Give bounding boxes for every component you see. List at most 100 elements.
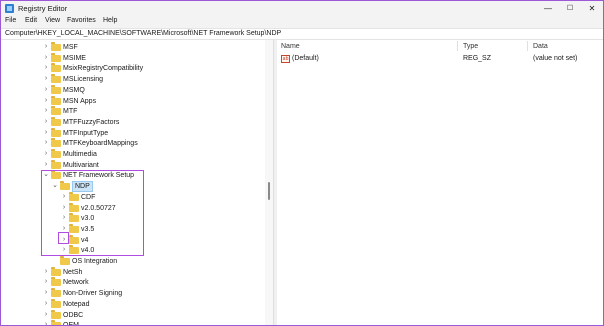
- folder-icon: [51, 298, 61, 308]
- chevron-right-icon[interactable]: ›: [43, 53, 49, 63]
- tree-item-label: Network: [63, 279, 89, 287]
- chevron-right-icon[interactable]: ›: [43, 42, 49, 52]
- chevron-right-icon[interactable]: ›: [43, 160, 49, 170]
- folder-icon: [51, 42, 61, 51]
- folder-icon: [51, 149, 61, 158]
- tree-item[interactable]: › MTFFuzzyFactors: [1, 116, 265, 127]
- tree-item-label: MSN Apps: [63, 97, 97, 105]
- folder-icon: [51, 288, 61, 298]
- tree-item-label: NetSh: [63, 268, 83, 276]
- chevron-right-icon[interactable]: ›: [43, 288, 49, 298]
- folder-icon: [51, 159, 61, 169]
- chevron-right-icon[interactable]: ›: [43, 63, 49, 73]
- address-path[interactable]: Computer\HKEY_LOCAL_MACHINE\SOFTWARE\Mic…: [5, 30, 281, 37]
- column-header-type[interactable]: Type: [463, 43, 478, 50]
- chevron-right-icon[interactable]: ›: [43, 96, 49, 106]
- values-pane: Name Type Data ab (Default) REG_SZ (valu…: [277, 40, 603, 325]
- chevron-right-icon[interactable]: ›: [43, 299, 49, 309]
- folder-icon: [51, 138, 61, 148]
- folder-icon: [51, 95, 61, 105]
- tree-item[interactable]: OS Integration: [1, 256, 265, 266]
- highlight-annotation-expand-v4: [58, 232, 69, 244]
- value-data: (value not set): [533, 55, 578, 62]
- folder-icon: [51, 63, 61, 73]
- tree-item[interactable]: › MsixRegistryCompatibility: [1, 63, 265, 73]
- tree-item[interactable]: › Multimedia: [1, 149, 265, 159]
- folder-icon: [51, 84, 61, 94]
- tree-item[interactable]: › MSN Apps: [1, 95, 265, 106]
- menu-favorites[interactable]: Favorites: [67, 17, 96, 24]
- folder-icon: [51, 309, 61, 319]
- folder-icon: [51, 320, 61, 325]
- tree-item-label: OS Integration: [72, 258, 118, 265]
- tree-scrollbar-thumb[interactable]: [268, 182, 270, 200]
- tree-item-label: MSLicensing: [63, 76, 104, 84]
- highlight-annotation-net-framework: [41, 170, 144, 256]
- tree-item[interactable]: › Network: [1, 277, 265, 287]
- value-type: REG_SZ: [463, 55, 492, 62]
- title-bar: Registry Editor — ☐ ✕: [1, 1, 603, 16]
- chevron-right-icon[interactable]: ›: [43, 128, 49, 138]
- folder-icon: [51, 116, 61, 126]
- chevron-right-icon[interactable]: ›: [43, 106, 49, 116]
- tree-item[interactable]: › MSLicensing: [1, 74, 265, 84]
- tree-item[interactable]: › Multivariant: [1, 159, 265, 170]
- tree-item[interactable]: › NetSh: [1, 266, 265, 277]
- menu-help[interactable]: Help: [103, 17, 117, 24]
- tree-item-label: Notepad: [63, 300, 90, 308]
- tree-item[interactable]: › OEM: [1, 320, 265, 326]
- tree-item-label: ODBC: [63, 311, 84, 319]
- minimize-button[interactable]: —: [537, 1, 559, 16]
- folder-icon: [51, 52, 61, 62]
- tree-item-label: MSMQ: [63, 86, 85, 94]
- maximize-button[interactable]: ☐: [559, 1, 581, 16]
- column-header-name[interactable]: Name: [281, 43, 300, 50]
- column-separator[interactable]: [527, 41, 528, 51]
- string-value-icon: ab: [281, 55, 290, 63]
- folder-icon: [51, 74, 61, 84]
- tree-item-label: MsixRegistryCompatibility: [63, 65, 144, 73]
- folder-icon: [51, 127, 61, 137]
- menu-edit[interactable]: Edit: [25, 17, 37, 24]
- tree-item[interactable]: › MTFKeyboardMappings: [1, 138, 265, 148]
- tree-item-label: MSF: [63, 44, 78, 51]
- chevron-right-icon[interactable]: ›: [43, 310, 49, 320]
- folder-icon: [51, 277, 61, 287]
- chevron-right-icon[interactable]: ›: [43, 149, 49, 159]
- folder-icon: [51, 106, 61, 116]
- registry-editor-app-icon: [5, 4, 14, 13]
- value-name[interactable]: (Default): [292, 55, 319, 62]
- tree-item[interactable]: › MTF: [1, 106, 265, 116]
- column-separator[interactable]: [457, 41, 458, 51]
- chevron-right-icon[interactable]: ›: [43, 117, 49, 127]
- column-header-data[interactable]: Data: [533, 43, 548, 50]
- tree-item-label: MTFInputType: [63, 129, 109, 137]
- tree-item[interactable]: › MSIME: [1, 52, 265, 63]
- menu-bar: File Edit View Favorites Help: [1, 16, 603, 28]
- address-bar[interactable]: Computer\HKEY_LOCAL_MACHINE\SOFTWARE\Mic…: [1, 28, 603, 40]
- chevron-right-icon[interactable]: ›: [43, 267, 49, 277]
- registry-editor-window: Registry Editor — ☐ ✕ File Edit View Fav…: [0, 0, 604, 326]
- tree-item-label: MTFFuzzyFactors: [63, 118, 120, 126]
- tree-item[interactable]: › Notepad: [1, 298, 265, 309]
- menu-file[interactable]: File: [5, 17, 16, 24]
- close-button[interactable]: ✕: [581, 1, 603, 16]
- chevron-right-icon[interactable]: ›: [43, 74, 49, 84]
- tree-item-label: Multimedia: [63, 151, 97, 158]
- tree-item[interactable]: › MSF: [1, 42, 265, 52]
- tree-item[interactable]: › ODBC: [1, 309, 265, 320]
- tree-item-label: Multivariant: [63, 161, 99, 169]
- tree-item[interactable]: › MTFInputType: [1, 127, 265, 138]
- tree-item-label: MSIME: [63, 54, 86, 62]
- tree-item-label: OEM: [63, 322, 79, 326]
- tree-item-label: Non-Driver Signing: [63, 290, 123, 298]
- chevron-right-icon[interactable]: ›: [43, 320, 49, 325]
- tree-item[interactable]: › Non-Driver Signing: [1, 288, 265, 298]
- tree-item-label: MTFKeyboardMappings: [63, 140, 138, 148]
- chevron-right-icon[interactable]: ›: [43, 277, 49, 287]
- tree-item[interactable]: › MSMQ: [1, 84, 265, 95]
- menu-view[interactable]: View: [45, 17, 60, 24]
- tree-scrollbar[interactable]: [265, 40, 273, 325]
- chevron-right-icon[interactable]: ›: [43, 85, 49, 95]
- chevron-right-icon[interactable]: ›: [43, 138, 49, 148]
